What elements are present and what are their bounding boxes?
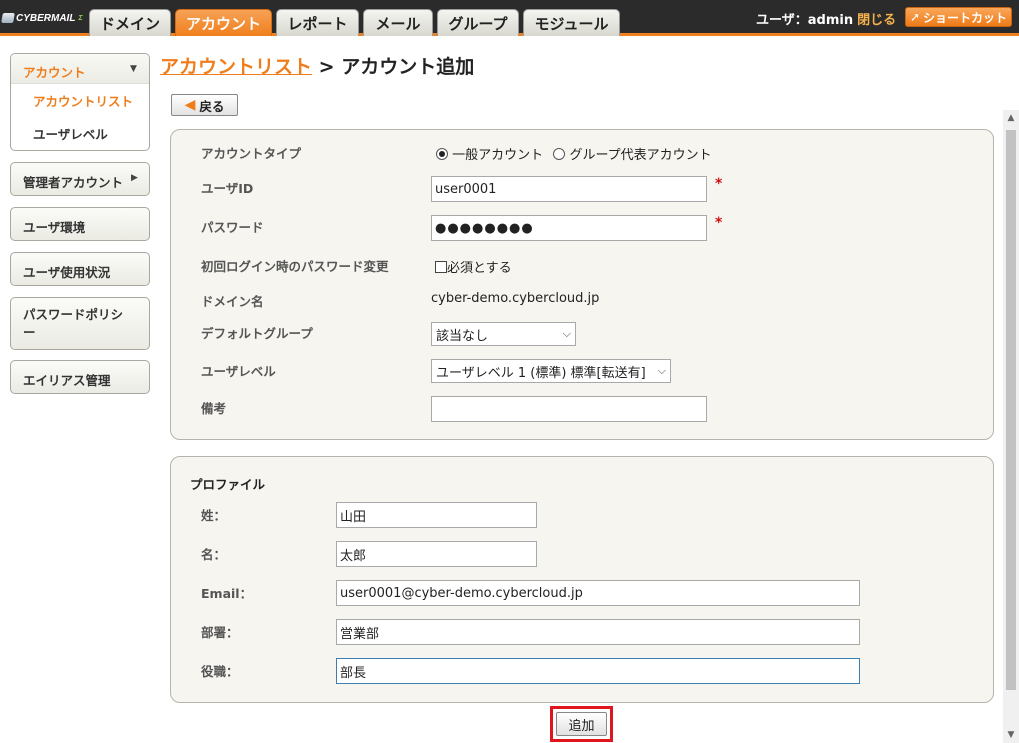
- chevron-down-icon: ⌵: [562, 327, 571, 340]
- sidebar-item-label: パスワードポリシー: [23, 307, 124, 340]
- domain-value: cyber-demo.cybercloud.jp: [431, 291, 600, 306]
- breadcrumb: アカウントリスト > アカウント追加: [160, 52, 474, 79]
- email-input[interactable]: user0001@cyber-demo.cybercloud.jp: [336, 580, 860, 606]
- add-button[interactable]: 追加: [556, 712, 607, 736]
- sidebar-item-label: ユーザ使用状況: [23, 265, 111, 280]
- profile-section-title: プロファイル: [190, 477, 266, 492]
- scroll-up-icon[interactable]: ▲: [1003, 110, 1019, 126]
- last-name-input[interactable]: 山田: [336, 502, 537, 528]
- sidebar-item-label: ユーザ環境: [23, 220, 86, 235]
- back-button[interactable]: ◀ 戻る: [171, 94, 238, 116]
- top-navigation-bar: CYBERMAIL Σ ドメイン アカウント レポート メール グループ モジュー…: [0, 0, 1019, 36]
- user-label: ユーザ：admin: [756, 13, 854, 28]
- account-type-radio-group: 一般アカウント グループ代表アカウント: [436, 144, 712, 163]
- user-level-select[interactable]: ユーザレベル 1 (標準) 標準[転送有] ⌵: [431, 359, 671, 383]
- back-arrow-icon: ◀: [184, 97, 196, 113]
- default-group-select[interactable]: 該当なし ⌵: [431, 322, 576, 346]
- department-label: 部署：: [201, 625, 239, 640]
- position-input[interactable]: 部長: [336, 658, 860, 684]
- profile-form-panel: プロファイル 姓： 山田 名： 太郎 Email： user0001@cyber…: [170, 456, 994, 703]
- sidebar-item-label: エイリアス管理: [23, 373, 111, 388]
- first-name-label: 名：: [201, 547, 227, 562]
- position-label: 役職：: [201, 664, 239, 679]
- add-button-highlight: 追加: [550, 706, 613, 742]
- tab-mail[interactable]: メール: [363, 9, 433, 36]
- user-info: ユーザ：admin 閉じる: [756, 9, 896, 28]
- radio-checked-icon: [436, 148, 448, 160]
- scrollbar-thumb[interactable]: [1006, 130, 1016, 690]
- default-group-selected: 該当なし: [436, 328, 489, 344]
- sidebar-item-user-level[interactable]: ユーザレベル: [33, 124, 108, 143]
- email-label: Email：: [201, 586, 253, 601]
- shortcut-label: ショートカット: [923, 10, 1008, 25]
- tab-module[interactable]: モジュール: [523, 9, 620, 36]
- scroll-down-icon[interactable]: ▼: [1003, 727, 1019, 743]
- sidebar-item-admin-account[interactable]: 管理者アカウント ▶: [10, 162, 150, 196]
- sidebar-item-alias-management[interactable]: エイリアス管理: [10, 360, 150, 394]
- sidebar-item-account-list[interactable]: アカウントリスト: [33, 91, 133, 110]
- close-link[interactable]: 閉じる: [857, 13, 896, 28]
- note-label: 備考: [201, 401, 227, 416]
- radio-group-representative-account[interactable]: グループ代表アカウント: [553, 148, 712, 163]
- password-label: パスワード: [201, 220, 264, 235]
- note-input[interactable]: [431, 396, 707, 422]
- user-level-selected: ユーザレベル 1 (標準) 標準[転送有]: [436, 365, 646, 381]
- user-id-label: ユーザID: [201, 181, 254, 196]
- tab-domain[interactable]: ドメイン: [89, 9, 171, 36]
- user-level-label: ユーザレベル: [201, 364, 276, 379]
- sidebar-item-label: 管理者アカウント: [23, 175, 124, 190]
- caret-down-icon: ▼: [130, 64, 137, 74]
- last-name-label: 姓：: [201, 508, 227, 523]
- page-title: アカウント追加: [341, 56, 475, 78]
- sidebar-group-account: アカウント ▼ アカウントリスト ユーザレベル: [10, 53, 150, 151]
- mail-logo-icon: [1, 13, 15, 23]
- department-input[interactable]: 営業部: [336, 619, 860, 645]
- default-group-label: デフォルトグループ: [201, 326, 313, 341]
- shortcut-arrow-icon: ➚: [909, 10, 921, 24]
- logo-text: CYBERMAIL: [16, 12, 76, 24]
- user-id-input[interactable]: user0001: [431, 176, 707, 202]
- breadcrumb-separator: >: [318, 56, 335, 78]
- required-mark: *: [715, 215, 723, 231]
- tab-group[interactable]: グループ: [437, 9, 519, 36]
- tab-account[interactable]: アカウント: [175, 9, 272, 36]
- back-button-label: 戻る: [199, 98, 225, 114]
- password-input[interactable]: ●●●●●●●●: [431, 215, 707, 241]
- breadcrumb-account-list-link[interactable]: アカウントリスト: [160, 56, 312, 78]
- first-name-input[interactable]: 太郎: [336, 541, 537, 567]
- account-form-panel: アカウントタイプ 一般アカウント グループ代表アカウント ユーザID user0…: [170, 129, 994, 440]
- first-login-password-change-label: 初回ログイン時のパスワード変更: [201, 259, 389, 274]
- vertical-scrollbar[interactable]: ▲ ▼: [1003, 110, 1019, 743]
- radio-unchecked-icon: [553, 148, 566, 160]
- caret-right-icon: ▶: [131, 173, 138, 183]
- sidebar-item-user-usage[interactable]: ユーザ使用状況: [10, 252, 150, 286]
- sidebar-group-header[interactable]: アカウント ▼: [11, 54, 149, 84]
- sidebar-group-label: アカウント: [23, 65, 86, 80]
- sidebar-item-password-policy[interactable]: パスワードポリシー: [10, 297, 150, 350]
- chevron-down-icon: ⌵: [657, 364, 666, 377]
- domain-label: ドメイン名: [201, 294, 264, 309]
- cybermail-logo: CYBERMAIL Σ: [1, 10, 83, 26]
- required-mark: *: [715, 176, 723, 192]
- checkbox-icon: [435, 261, 447, 273]
- shortcut-button[interactable]: ➚ ショートカット: [905, 7, 1012, 27]
- logo-suffix: Σ: [78, 14, 83, 22]
- tab-report[interactable]: レポート: [276, 9, 359, 36]
- account-type-label: アカウントタイプ: [201, 146, 302, 161]
- sidebar-item-user-environment[interactable]: ユーザ環境: [10, 207, 150, 241]
- checkbox-label: 必須とする: [447, 261, 512, 276]
- radio-general-account[interactable]: 一般アカウント: [436, 148, 543, 163]
- require-password-change-checkbox[interactable]: 必須とする: [435, 257, 512, 276]
